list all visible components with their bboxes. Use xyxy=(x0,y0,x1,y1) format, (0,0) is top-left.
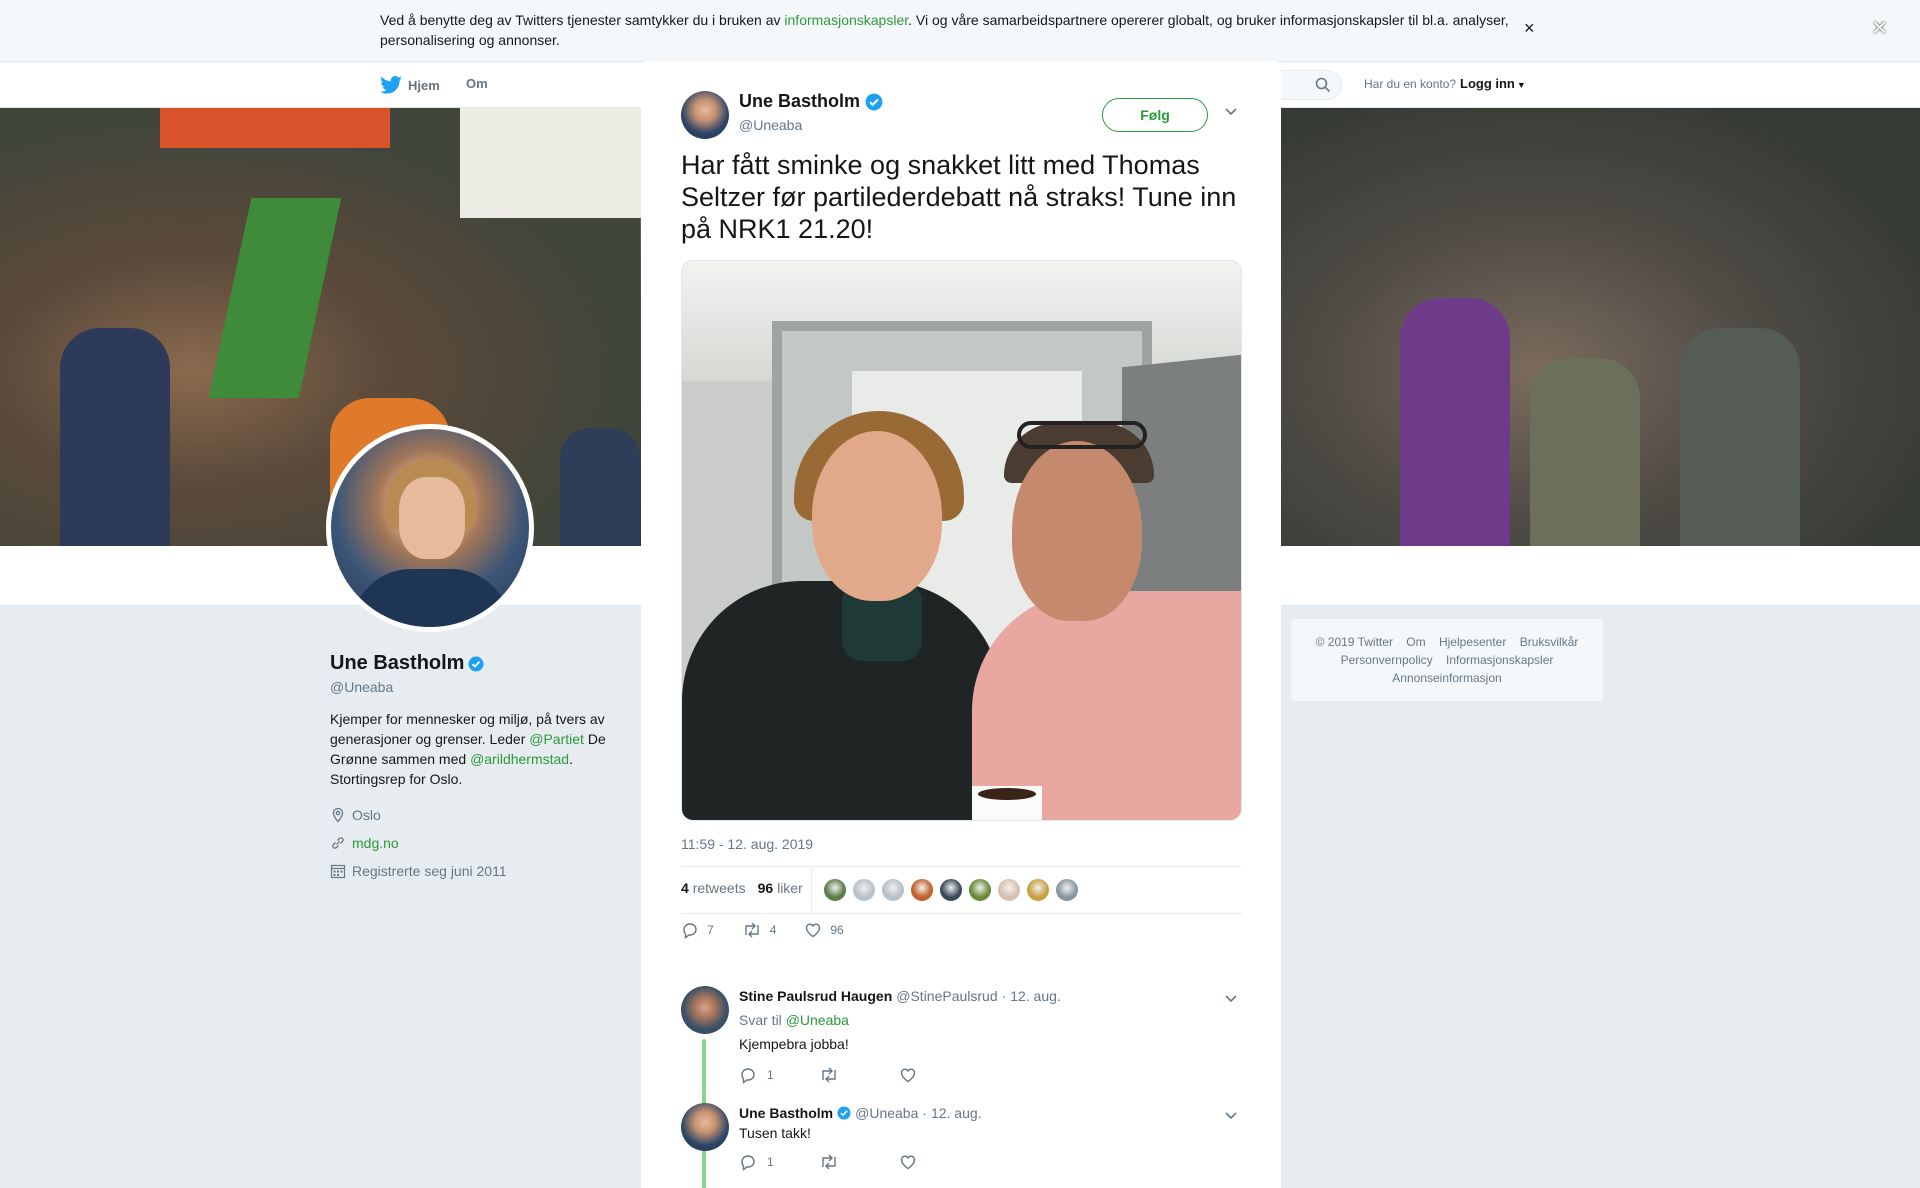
retweet-icon xyxy=(744,922,759,938)
thread-line xyxy=(702,1155,706,1188)
verified-badge-icon xyxy=(837,1106,851,1120)
liker-avatar[interactable] xyxy=(968,878,992,902)
retweet-button[interactable] xyxy=(819,1153,899,1171)
close-modal-button[interactable]: × xyxy=(1872,12,1887,43)
reply-icon xyxy=(741,1068,755,1084)
reply-button[interactable]: 1 xyxy=(739,1066,819,1084)
like-button[interactable]: 96 xyxy=(804,921,844,939)
reply-tweet[interactable]: Une Bastholm @Uneaba · 12. aug. Tusen ta… xyxy=(681,1103,1241,1183)
liker-avatar[interactable] xyxy=(1026,878,1050,902)
reply-to-mention[interactable]: @Uneaba xyxy=(786,1012,849,1028)
tweet-modal: Une Bastholm @Uneaba Følg Har fått smink… xyxy=(641,61,1281,1188)
retweet-count-link[interactable]: 4 retweets xyxy=(681,880,746,896)
retweet-button[interactable] xyxy=(819,1066,899,1084)
chevron-down-icon[interactable] xyxy=(1223,1107,1239,1123)
liker-avatar[interactable] xyxy=(939,878,963,902)
chevron-down-icon[interactable] xyxy=(1223,103,1239,119)
reply-button[interactable]: 1 xyxy=(739,1153,819,1171)
chevron-down-icon[interactable] xyxy=(1223,990,1239,1006)
liker-avatar[interactable] xyxy=(1055,878,1079,902)
retweet-button[interactable]: 4 xyxy=(742,921,776,939)
retweet-icon xyxy=(822,1067,836,1083)
tweet-author-avatar[interactable] xyxy=(681,91,729,139)
reply-author-avatar[interactable] xyxy=(681,1103,729,1151)
reply-actions: 1 xyxy=(739,1066,979,1084)
like-button[interactable] xyxy=(899,1153,979,1171)
reply-icon xyxy=(741,1155,755,1171)
reply-header: Stine Paulsrud Haugen @StinePaulsrud · 1… xyxy=(739,988,1061,1004)
heart-icon xyxy=(806,923,821,938)
reply-author-avatar[interactable] xyxy=(681,986,729,1034)
reply-author-name[interactable]: Une Bastholm xyxy=(739,1105,833,1121)
tweet-actions: 7 4 96 xyxy=(681,921,872,939)
reply-text: Tusen takk! xyxy=(739,1125,811,1141)
reply-text: Kjempebra jobba! xyxy=(739,1036,849,1052)
retweet-icon xyxy=(822,1154,836,1170)
reply-author-handle[interactable]: @StinePaulsrud xyxy=(896,988,997,1004)
tweet-author-handle[interactable]: @Uneaba xyxy=(739,117,802,133)
reply-author-name[interactable]: Stine Paulsrud Haugen xyxy=(739,988,892,1004)
liker-avatar[interactable] xyxy=(997,878,1021,902)
reply-date[interactable]: · 12. aug. xyxy=(1002,988,1061,1004)
reply-icon xyxy=(683,923,697,939)
reply-date[interactable]: · 12. aug. xyxy=(922,1105,981,1121)
verified-badge-icon xyxy=(865,93,883,110)
tweet-text: Har fått sminke og snakket litt med Thom… xyxy=(681,150,1237,244)
reply-to: Svar til @Uneaba xyxy=(739,1012,849,1028)
follow-button[interactable]: Følg xyxy=(1102,98,1208,132)
reply-button[interactable]: 7 xyxy=(681,921,714,939)
liker-avatars xyxy=(823,878,1079,902)
liker-avatar[interactable] xyxy=(910,878,934,902)
heart-icon xyxy=(900,1155,916,1170)
liker-avatar[interactable] xyxy=(881,878,905,902)
tweet-author-name[interactable]: Une Bastholm xyxy=(739,91,883,112)
reply-tweet[interactable]: Stine Paulsrud Haugen @StinePaulsrud · 1… xyxy=(681,986,1241,1096)
reply-actions: 1 xyxy=(739,1153,979,1171)
like-count-link[interactable]: 96 liker xyxy=(758,880,803,896)
reply-author-handle[interactable]: @Uneaba xyxy=(855,1105,918,1121)
tweet-photo[interactable] xyxy=(681,260,1242,821)
heart-icon xyxy=(900,1068,916,1083)
liker-avatar[interactable] xyxy=(823,878,847,902)
like-button[interactable] xyxy=(899,1066,979,1084)
reply-header: Une Bastholm @Uneaba · 12. aug. xyxy=(739,1105,982,1121)
liker-avatar[interactable] xyxy=(852,878,876,902)
tweet-stats: 4 retweets 96 liker xyxy=(681,866,1242,914)
tweet-timestamp[interactable]: 11:59 - 12. aug. 2019 xyxy=(681,836,813,852)
